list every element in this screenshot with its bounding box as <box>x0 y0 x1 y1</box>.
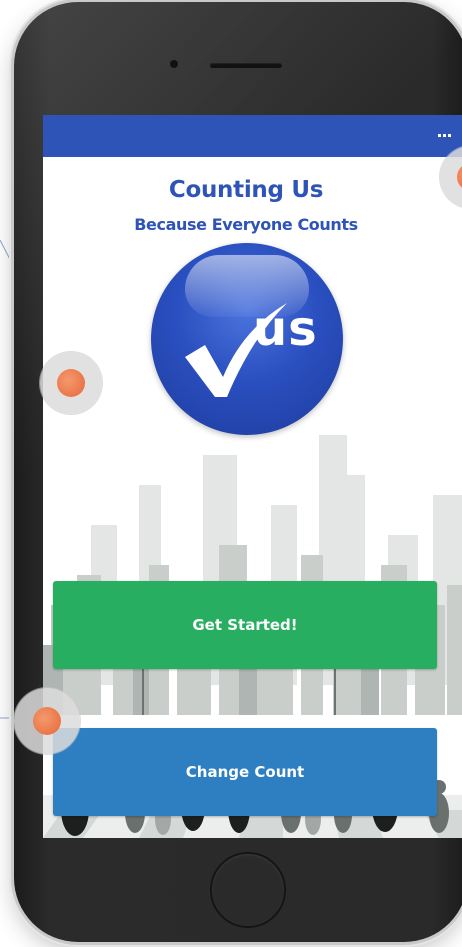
top-bar <box>43 115 462 157</box>
menu-dot <box>448 134 451 137</box>
hotspot-marker-buttons[interactable] <box>14 688 80 754</box>
app-title: Counting Us <box>168 177 324 203</box>
front-camera-icon <box>170 60 178 68</box>
logo-text: us <box>253 301 318 357</box>
home-button[interactable] <box>210 852 286 928</box>
menu-dot <box>443 134 446 137</box>
stage: Counting Us Because Everyone Counts us G… <box>0 0 462 947</box>
change-count-button[interactable]: Change Count <box>53 728 437 816</box>
menu-dot <box>438 134 441 137</box>
app-logo: us <box>151 243 343 435</box>
earpiece-speaker <box>210 63 282 68</box>
app-screen: Counting Us Because Everyone Counts us G… <box>43 115 462 838</box>
app-tagline: Because Everyone Counts <box>134 215 358 234</box>
ellipsis-menu-icon[interactable] <box>438 134 452 138</box>
hotspot-marker-logo[interactable] <box>40 352 102 414</box>
hotspot-dot <box>457 163 462 191</box>
get-started-button[interactable]: Get Started! <box>53 581 437 669</box>
hotspot-dot <box>33 707 61 735</box>
hotspot-dot <box>57 369 85 397</box>
